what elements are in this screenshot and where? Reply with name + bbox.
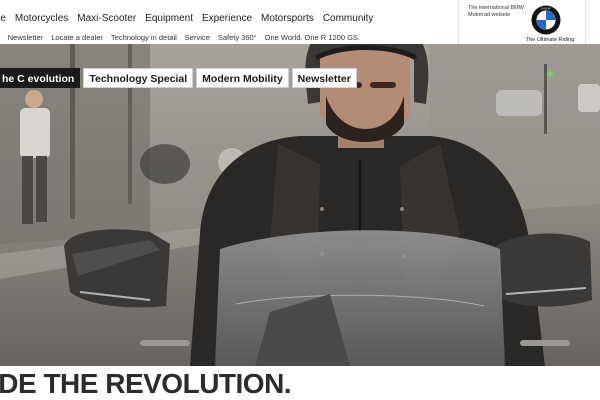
hero-tabs: he C evolution Technology Special Modern… (0, 68, 357, 88)
international-site-text: The international BMW Motorrad website (468, 5, 524, 18)
sub-navigation: s Newsletter Locate a dealer Technology … (0, 30, 451, 44)
sub-nav-one-world[interactable]: One World. One R 1200 GS. (265, 33, 360, 42)
rider-on-scooter-photo (0, 44, 600, 366)
sub-nav-locate-dealer[interactable]: Locate a dealer (51, 33, 103, 42)
tab-c-evolution[interactable]: he C evolution (0, 68, 81, 88)
bmw-roundel-icon[interactable]: B M W (531, 5, 561, 35)
sub-nav-service[interactable]: Service (185, 33, 210, 42)
nav-home[interactable]: me (0, 13, 6, 24)
tab-modern-mobility[interactable]: Modern Mobility (196, 68, 289, 88)
svg-text:B M W: B M W (542, 7, 551, 11)
hero-image[interactable]: he C evolution Technology Special Modern… (0, 44, 600, 366)
nav-equipment[interactable]: Equipment (145, 13, 193, 24)
nav-motorsports[interactable]: Motorsports (261, 13, 314, 24)
nav-community[interactable]: Community (323, 13, 374, 24)
hero-headline: IDE THE REVOLUTION. (0, 368, 292, 399)
tab-technology-special[interactable]: Technology Special (83, 68, 194, 88)
nav-motorcycles[interactable]: Motorcycles (15, 13, 68, 24)
main-navigation: me Motorcycles Maxi-Scooter Equipment Ex… (0, 6, 447, 30)
nav-maxi-scooter[interactable]: Maxi-Scooter (77, 13, 136, 24)
sub-nav-safety[interactable]: Safety 360° (218, 33, 257, 42)
tab-newsletter[interactable]: Newsletter (291, 68, 357, 88)
sub-nav-newsletter[interactable]: Newsletter (8, 33, 43, 42)
nav-experience[interactable]: Experience (202, 13, 252, 24)
sub-nav-technology[interactable]: Technology in detail (111, 33, 177, 42)
